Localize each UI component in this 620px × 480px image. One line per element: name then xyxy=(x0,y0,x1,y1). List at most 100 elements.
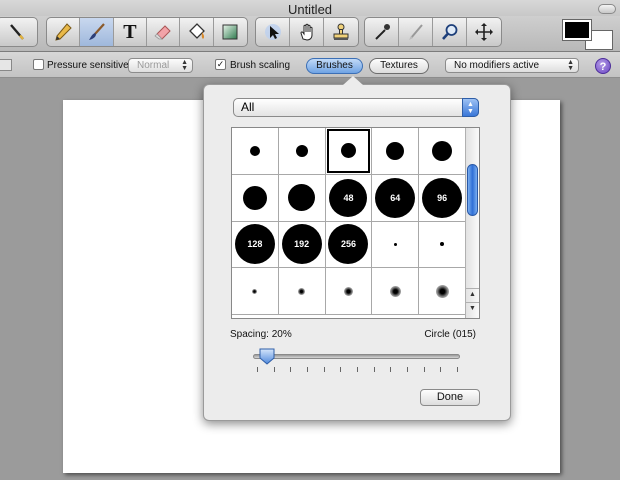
scroll-down-arrow-icon[interactable]: ▼ xyxy=(466,302,479,314)
line-tool[interactable] xyxy=(0,18,37,46)
brush-scaling-label: Brush scaling xyxy=(230,60,291,71)
brush-preview: 96 xyxy=(422,177,463,218)
pressure-mode-select[interactable]: Normal ▲ ▼ xyxy=(128,58,193,73)
paint-bucket-icon xyxy=(188,23,205,39)
brush-cell[interactable] xyxy=(419,128,466,175)
slider-tick xyxy=(307,367,308,372)
brush-preview: 128 xyxy=(234,224,275,265)
brush-cell[interactable] xyxy=(278,174,326,222)
hand-tool[interactable] xyxy=(290,18,324,46)
brush-preview xyxy=(440,242,445,247)
zoom-tool[interactable] xyxy=(433,18,467,46)
smudge-tool[interactable] xyxy=(399,18,433,46)
brush-cell[interactable] xyxy=(372,128,420,175)
brush-cell[interactable] xyxy=(325,268,373,316)
brush-cell[interactable]: 192 xyxy=(278,221,326,269)
select-tool[interactable] xyxy=(256,18,290,46)
hand-icon xyxy=(299,23,312,41)
brush-picker-popover: All ▲ ▼ 48 64 96 128 192 256 ▲ ▼ Spacing: 20% … xyxy=(203,84,511,421)
brush-preview xyxy=(252,288,258,294)
brush-cell[interactable] xyxy=(419,221,466,269)
pencil-icon xyxy=(55,23,72,41)
brush-cell[interactable] xyxy=(232,268,279,316)
brush-category-value: All xyxy=(241,100,255,114)
brush-preview xyxy=(435,284,449,298)
brush-category-select[interactable]: All ▲ ▼ xyxy=(233,98,479,117)
brush-preview xyxy=(298,287,306,295)
line-icon xyxy=(10,24,24,40)
brush-tool[interactable] xyxy=(80,18,114,46)
foreground-color-swatch[interactable] xyxy=(562,19,592,41)
brush-options-bar: Pressure sensitive: Normal ▲ ▼ ✓ Brush sc… xyxy=(0,52,620,78)
slider-tick xyxy=(373,367,375,372)
spacing-slider-track[interactable] xyxy=(253,354,460,359)
selected-brush-name: Circle (015) xyxy=(424,329,476,340)
brush-preview xyxy=(393,242,397,246)
brush-cell[interactable] xyxy=(278,128,326,175)
gradient-tool[interactable] xyxy=(214,18,247,46)
brush-scaling-checkbox[interactable]: ✓ xyxy=(215,59,226,70)
brush-cell[interactable] xyxy=(278,268,326,316)
brush-grid-cells: 48 64 96 128 192 256 xyxy=(232,128,466,316)
brush-preview: 48 xyxy=(329,178,368,217)
text-tool[interactable]: T xyxy=(114,18,148,46)
pressure-mode-value: Normal xyxy=(137,60,170,71)
pencil-tool[interactable] xyxy=(47,18,81,46)
brush-cell[interactable]: 48 xyxy=(325,174,373,222)
slider-tick xyxy=(290,367,292,372)
spacing-label: Spacing: 20% xyxy=(230,329,292,340)
done-button[interactable]: Done xyxy=(420,389,480,406)
fill-tool[interactable] xyxy=(180,18,214,46)
help-button[interactable]: ? xyxy=(595,58,611,74)
smudge-icon xyxy=(408,24,423,40)
brush-size-label: 192 xyxy=(294,239,310,250)
brush-cell[interactable] xyxy=(372,268,420,316)
brush-size-label: 64 xyxy=(390,192,401,203)
brush-cell[interactable]: 64 xyxy=(372,174,420,222)
brush-preview xyxy=(295,144,308,157)
scrollbar-thumb[interactable] xyxy=(467,164,478,216)
text-icon: T xyxy=(123,20,137,43)
slider-tick xyxy=(273,367,275,372)
stamp-tool[interactable] xyxy=(324,18,358,46)
brush-grid-scrollbar[interactable]: ▲ ▼ xyxy=(465,128,479,318)
popup-arrows-icon: ▲ ▼ xyxy=(567,59,574,72)
brush-cell[interactable]: 256 xyxy=(325,221,373,269)
brush-cell[interactable] xyxy=(372,221,420,269)
brush-cell[interactable] xyxy=(419,268,466,316)
eyedropper-tool[interactable] xyxy=(365,18,399,46)
toolbar-toggle-button[interactable] xyxy=(598,4,616,14)
pressure-sensitive-checkbox[interactable] xyxy=(33,59,44,70)
brushes-toggle-button[interactable]: Brushes xyxy=(306,58,363,74)
brush-preview: 256 xyxy=(328,224,369,265)
brush-cell[interactable] xyxy=(232,128,279,175)
brush-size-label: 128 xyxy=(247,239,263,250)
brush-preview xyxy=(242,185,267,210)
slider-tick xyxy=(407,367,408,372)
brush-preview xyxy=(288,184,316,212)
brush-preview xyxy=(386,141,405,160)
spacing-slider-knob[interactable] xyxy=(259,348,275,365)
window-title: Untitled xyxy=(287,2,333,17)
brush-preview: 192 xyxy=(281,224,322,265)
slider-tick xyxy=(323,367,325,372)
toolbar: T xyxy=(0,16,620,52)
eyedropper-icon xyxy=(374,24,390,40)
toolbar-group-select xyxy=(255,17,359,47)
brush-cell[interactable]: 96 xyxy=(419,174,466,222)
brush-cell[interactable] xyxy=(232,174,279,222)
scroll-up-arrow-icon[interactable]: ▲ xyxy=(466,288,479,300)
brush-preview xyxy=(389,285,401,297)
slider-tick xyxy=(457,367,458,372)
eraser-tool[interactable] xyxy=(147,18,181,46)
brush-cell[interactable]: 128 xyxy=(232,221,279,269)
brush-cell[interactable] xyxy=(325,128,373,175)
brush-size-label: 96 xyxy=(437,192,448,203)
magnifier-icon xyxy=(441,24,457,40)
brush-icon xyxy=(88,23,105,40)
toolbar-group-paint: T xyxy=(46,17,248,47)
toolbar-group-misc xyxy=(364,17,502,47)
textures-toggle-button[interactable]: Textures xyxy=(369,58,429,74)
move-tool[interactable] xyxy=(467,18,501,46)
modifiers-select[interactable]: No modifiers active ▲ ▼ xyxy=(445,58,579,73)
